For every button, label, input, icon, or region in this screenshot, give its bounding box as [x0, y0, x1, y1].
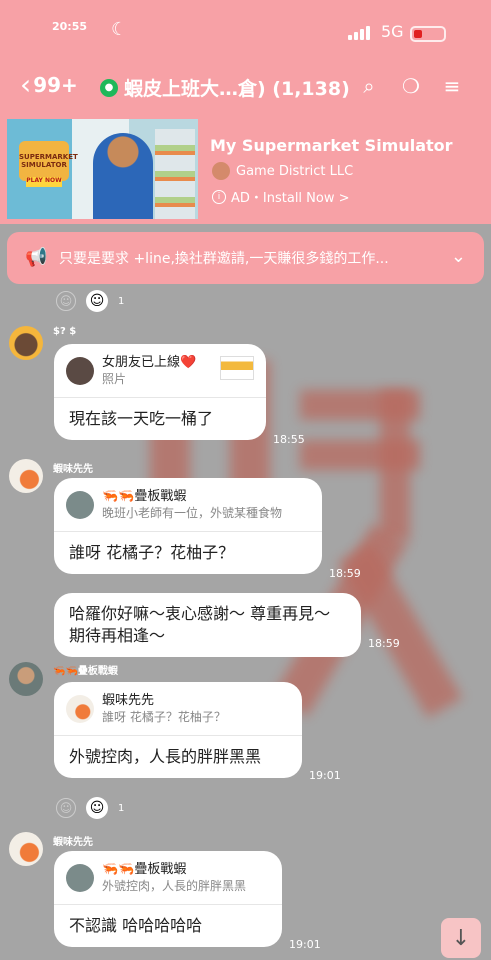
arrow-down-icon: ↓ — [451, 925, 471, 951]
sender-name: 🦐🦐疊板戰蝦 — [53, 666, 118, 677]
sender-name: 蝦味先先 — [53, 464, 93, 475]
ad-character — [93, 133, 153, 219]
megaphone-icon: 📢 — [25, 247, 48, 268]
ad-image[interactable]: SUPERMARKET SIMULATOR PLAY NOW — [7, 119, 198, 219]
group-icon: ● — [100, 78, 118, 97]
signal-icon — [348, 26, 370, 40]
add-reaction-icon[interactable]: ☺ — [56, 798, 76, 818]
chat-bubbles-icon[interactable]: ❍ — [398, 73, 424, 99]
add-reaction-icon[interactable]: ☺ — [56, 291, 76, 311]
avatar[interactable] — [9, 326, 43, 360]
reaction-row: ☺ ☺ 1 — [56, 290, 124, 312]
quoted-message[interactable]: 蝦味先先誰呀 花橘子？花柚子？ — [54, 682, 302, 736]
message-time: 19:01 — [309, 769, 341, 782]
message-text: 誰呀 花橘子？花柚子？ — [69, 543, 235, 562]
ad-banner[interactable]: SUPERMARKET SIMULATOR PLAY NOW My Superm… — [0, 112, 491, 224]
status-bar: 20:55 ☾ 5G — [0, 19, 491, 50]
chevron-left-icon: ‹ — [20, 68, 32, 101]
quoted-message[interactable]: 女朋友已上線❤️ 照片 — [54, 344, 266, 398]
quoted-sender: 蝦味先先 — [102, 693, 155, 708]
quoted-message[interactable]: 🦐🦐疊板戰蝦晚班小老師有一位，外號某種食物 — [54, 478, 322, 532]
battery-icon — [410, 26, 446, 42]
reaction-count: 1 — [118, 295, 125, 307]
reaction-row: ☺ ☺ 1 — [56, 797, 124, 819]
ad-developer: Game District LLC — [212, 162, 353, 180]
network-label: 5G — [381, 22, 404, 41]
menu-icon[interactable]: ≡ — [439, 73, 465, 99]
quoted-message[interactable]: 🦐🦐疊板戰蝦外號控肉，人長的胖胖黑黑 — [54, 851, 282, 905]
ad-title[interactable]: My Supermarket Simulator — [210, 136, 453, 155]
quoted-sender: 女朋友已上線❤️ — [102, 355, 197, 370]
info-icon[interactable]: i — [212, 189, 226, 204]
quoted-sender: 🦐🦐疊板戰蝦 — [102, 862, 187, 877]
reaction-count: 1 — [118, 802, 125, 814]
quoted-avatar — [66, 694, 94, 723]
quoted-text: 晚班小老師有一位，外號某種食物 — [102, 506, 283, 520]
message-text: 現在該一天吃一桶了 — [69, 409, 214, 428]
message-time: 18:59 — [368, 637, 400, 650]
avatar[interactable] — [9, 459, 43, 493]
message-bubble[interactable]: 🦐🦐疊板戰蝦外號控肉，人長的胖胖黑黑 不認識 哈哈哈哈哈 — [54, 851, 282, 947]
message-time: 18:59 — [329, 567, 361, 580]
message-text: 哈羅你好嘛～衷心感謝～ 尊重再見～期待再相逢～ — [69, 604, 331, 645]
message-text: 不認識 哈哈哈哈哈 — [69, 916, 203, 935]
announcement-text: 只要是要求 +line,換社群邀請,一天賺很多錢的工作... — [59, 251, 389, 267]
chevron-down-icon[interactable]: ⌄ — [451, 246, 466, 267]
message-bubble[interactable]: 🦐🦐疊板戰蝦晚班小老師有一位，外號某種食物 誰呀 花橘子？花柚子？ — [54, 478, 322, 574]
ad-game-logo: SUPERMARKET SIMULATOR — [19, 141, 78, 181]
reaction-emoji-icon[interactable]: ☺ — [86, 797, 108, 819]
moon-icon: ☾ — [111, 19, 128, 40]
header: 20:55 ☾ 5G ‹ 99+ ● 蝦皮上班大…倉) (1,138) ⌕ ❍ … — [0, 0, 491, 112]
back-button[interactable]: ‹ 99+ — [20, 70, 78, 100]
message-text: 外號控肉，人長的胖胖黑黑 — [69, 747, 262, 766]
message-time: 18:55 — [273, 433, 305, 446]
announcement-bar[interactable]: 📢 只要是要求 +line,換社群邀請,一天賺很多錢的工作... ⌄ — [7, 232, 484, 284]
ad-play-button: PLAY NOW — [26, 177, 62, 187]
quoted-text: 誰呀 花橘子？花柚子？ — [102, 710, 226, 724]
quoted-avatar — [66, 356, 94, 385]
developer-avatar — [212, 162, 230, 180]
search-icon[interactable]: ⌕ — [356, 73, 382, 99]
message-bubble[interactable]: 蝦味先先誰呀 花橘子？花柚子？ 外號控肉，人長的胖胖黑黑 — [54, 682, 302, 778]
ad-shelf — [155, 129, 195, 219]
message-bubble[interactable]: 哈羅你好嘛～衷心感謝～ 尊重再見～期待再相逢～ — [54, 593, 361, 657]
scroll-to-bottom-button[interactable]: ↓ — [441, 918, 481, 958]
quoted-avatar — [66, 863, 94, 892]
unread-count: 99+ — [33, 73, 78, 97]
clock: 20:55 — [52, 20, 88, 33]
quoted-text: 外號控肉，人長的胖胖黑黑 — [102, 879, 247, 893]
quoted-text: 照片 — [102, 372, 127, 386]
sender-name: 蝦味先先 — [53, 837, 93, 848]
message-time: 19:01 — [289, 938, 321, 951]
avatar[interactable] — [9, 662, 43, 696]
avatar[interactable] — [9, 832, 43, 866]
reaction-emoji-icon[interactable]: ☺ — [86, 290, 108, 312]
chat-title-text: 蝦皮上班大…倉) (1,138) — [124, 78, 350, 100]
sender-name: $? $ — [53, 326, 77, 337]
photo-thumbnail — [220, 356, 254, 380]
quoted-sender: 🦐🦐疊板戰蝦 — [102, 489, 187, 504]
quoted-avatar — [66, 490, 94, 519]
chat-title[interactable]: ● 蝦皮上班大…倉) (1,138) — [100, 74, 350, 101]
message-bubble[interactable]: 女朋友已上線❤️ 照片 現在該一天吃一桶了 — [54, 344, 266, 440]
chat-nav: ‹ 99+ ● 蝦皮上班大…倉) (1,138) ⌕ ❍ ≡ — [0, 70, 491, 104]
ad-install-link[interactable]: i AD・Install Now > — [212, 187, 350, 206]
